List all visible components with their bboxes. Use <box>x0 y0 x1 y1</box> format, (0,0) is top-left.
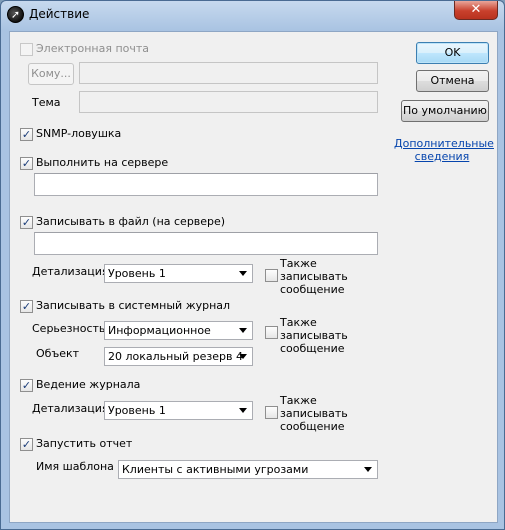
window-title: Действие <box>29 7 90 21</box>
dialog-window: ➚ Действие ✕ Электронная почта Кому... Т… <box>0 0 505 530</box>
syslog-checkbox[interactable]: ✓ <box>20 300 33 313</box>
also-log-label-file: Также записывать сообщение <box>280 257 348 296</box>
template-select[interactable]: Клиенты с активными угрозами <box>118 460 378 479</box>
detail-select-file[interactable]: Уровень 1 <box>104 264 253 283</box>
cancel-button[interactable]: Отмена <box>416 70 489 92</box>
to-button[interactable]: Кому... <box>28 63 74 85</box>
subject-field[interactable] <box>79 91 378 113</box>
also-log-label-logging: Также записывать сообщение <box>280 394 348 433</box>
logging-label: Ведение журнала <box>36 378 141 391</box>
chevron-down-icon <box>364 467 372 472</box>
detail-select-logging[interactable]: Уровень 1 <box>104 401 253 420</box>
severity-label: Серьезность <box>32 322 106 335</box>
more-info-link[interactable]: Дополнительные сведения <box>394 137 494 163</box>
facility-select[interactable]: 20 локальный резерв 4 <box>104 347 253 366</box>
ok-button[interactable]: OK <box>416 42 489 64</box>
severity-select[interactable]: Информационное <box>104 321 253 340</box>
chevron-down-icon <box>239 328 247 333</box>
logging-checkbox[interactable]: ✓ <box>20 379 33 392</box>
run-report-checkbox[interactable]: ✓ <box>20 438 33 451</box>
snmp-label: SNMP-ловушка <box>36 127 122 140</box>
subject-label: Тема <box>32 96 61 109</box>
log-to-file-field[interactable] <box>34 232 378 255</box>
template-label: Имя шаблона <box>36 460 114 473</box>
facility-label: Объект <box>36 347 80 360</box>
log-to-file-checkbox[interactable]: ✓ <box>20 216 33 229</box>
also-log-checkbox-file[interactable] <box>265 269 278 282</box>
close-button[interactable]: ✕ <box>454 1 498 20</box>
severity-select-value: Информационное <box>108 324 211 337</box>
facility-select-value: 20 локальный резерв 4 <box>108 350 244 363</box>
arrow-icon: ➚ <box>7 6 24 23</box>
also-log-checkbox-logging[interactable] <box>265 406 278 419</box>
detail-label-logging: Детализация <box>32 402 109 415</box>
chevron-down-icon <box>239 271 247 276</box>
template-select-value: Клиенты с активными угрозами <box>122 463 309 476</box>
email-checkbox[interactable] <box>20 43 33 56</box>
snmp-checkbox[interactable]: ✓ <box>20 128 33 141</box>
detail-select-file-value: Уровень 1 <box>108 267 166 280</box>
to-field[interactable] <box>79 62 378 84</box>
run-on-server-field[interactable] <box>34 173 378 196</box>
chevron-down-icon <box>239 354 247 359</box>
run-on-server-checkbox[interactable]: ✓ <box>20 157 33 170</box>
chevron-down-icon <box>239 408 247 413</box>
defaults-button[interactable]: По умолчанию <box>401 100 489 122</box>
detail-label-file: Детализация <box>32 265 109 278</box>
email-label: Электронная почта <box>36 42 150 55</box>
also-log-label-syslog: Также записывать сообщение <box>280 316 348 355</box>
also-log-checkbox-syslog[interactable] <box>265 326 278 339</box>
dialog-body: Электронная почта Кому... Тема ✓ SNMP-ло… <box>9 31 498 523</box>
run-report-label: Запустить отчет <box>36 437 133 450</box>
run-on-server-label: Выполнить на сервере <box>36 156 169 169</box>
syslog-label: Записывать в системный журнал <box>36 299 231 312</box>
log-to-file-label: Записывать в файл (на сервере) <box>36 215 226 228</box>
detail-select-logging-value: Уровень 1 <box>108 404 166 417</box>
title-bar[interactable]: ➚ Действие ✕ <box>1 1 505 29</box>
